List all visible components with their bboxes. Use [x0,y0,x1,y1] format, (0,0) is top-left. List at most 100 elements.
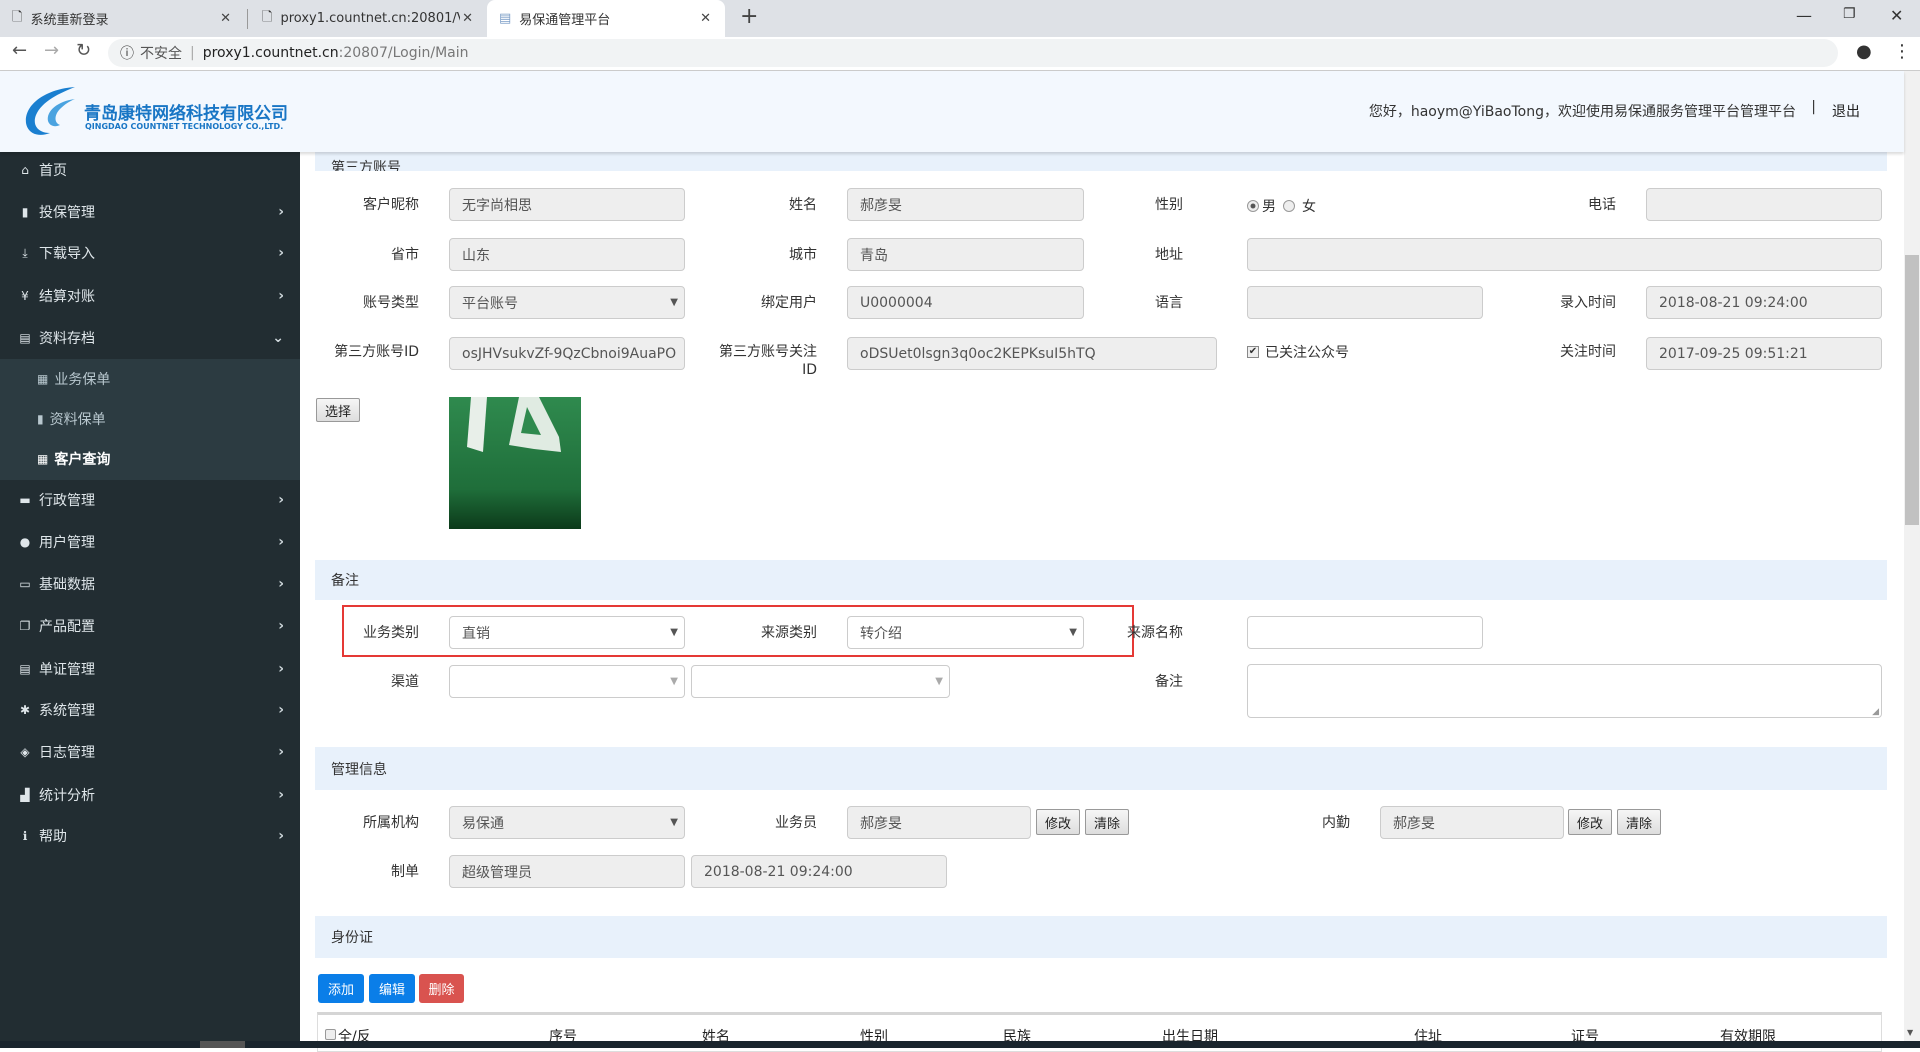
download-icon: ⤓ [22,245,28,260]
profile-icon[interactable]: ● [1856,41,1872,62]
close-tab-icon[interactable]: ✕ [220,11,231,26]
sidebar-subitem[interactable]: ▦ 业务保单 [0,359,300,399]
sidebar-item[interactable]: ▟ 统计分析 › [0,774,300,816]
select-all-checkbox[interactable] [325,1029,336,1040]
account-type-label: 账号类型 [363,295,419,311]
province-field[interactable]: 山东 [449,238,685,271]
tp-id-field[interactable]: osJHVsukvZf-9QzCbnoi9AuaPO [449,337,685,370]
source-name-input[interactable] [1247,616,1483,649]
sidebar-item[interactable]: ▭ 基础数据 › [0,563,300,605]
sidebar-item[interactable]: ✱ 系统管理 › [0,689,300,731]
follow-time-label: 关注时间 [1560,344,1616,360]
grid-icon: ▦ [37,452,49,466]
chevron-right-icon: › [278,702,284,718]
sidebar-item[interactable]: ⌂ 首页 [0,149,300,191]
bar-chart-icon: ▟ [20,788,30,802]
internal-edit-button[interactable]: 修改 [1568,809,1612,835]
scrollbar-thumb[interactable] [1905,255,1919,525]
salesman-label: 业务员 [775,815,817,831]
restore-icon[interactable]: ❐ [1843,6,1856,22]
sidebar-subitem[interactable]: ▦ 客户查询 [0,439,300,479]
sidebar-item[interactable]: ▤ 资料存档 ⌄ [0,317,300,359]
scroll-down-icon[interactable]: ▼ [1907,1028,1913,1037]
bound-user-field[interactable]: U0000004 [847,286,1084,319]
followed-checkbox[interactable]: ✔ [1247,346,1259,358]
tp-follow-id-field[interactable]: oDSUet0lsgn3q0oc2KEPKsuI5hTQ [847,337,1217,370]
sidebar-item[interactable]: ▮ 投保管理 › [0,191,300,233]
chevron-right-icon: › [278,204,284,220]
chevron-right-icon: › [278,534,284,550]
account-type-select[interactable]: 平台账号 ▼ [449,286,685,319]
sidebar-item[interactable]: ▬ 行政管理 › [0,479,300,521]
close-window-icon[interactable]: ✕ [1890,6,1903,25]
company-logo-icon [25,87,75,135]
entry-time-field[interactable]: 2018-08-21 09:24:00 [1646,286,1882,319]
follow-time-field[interactable]: 2017-09-25 09:51:21 [1646,337,1882,370]
edit-button[interactable]: 编辑 [369,974,415,1003]
radio-female[interactable] [1283,200,1295,212]
internal-field[interactable]: 郝彦旻 [1380,806,1564,839]
forward-icon[interactable]: → [44,40,59,61]
url-input[interactable]: ⓘ 不安全 | proxy1.countnet.cn:20807/Login/M… [108,39,1838,67]
browser-tab[interactable]: 🗋proxy1.countnet.cn:20801/Veh✕ [250,0,487,37]
tp-id-label: 第三方账号ID [334,344,419,360]
page-icon: 🗋 [262,9,273,25]
remark-textarea[interactable]: ◢ [1247,664,1882,718]
source-type-select[interactable]: 转介绍 ▼ [847,616,1084,649]
dropdown-arrow-icon: ▼ [670,297,678,308]
close-tab-icon[interactable]: ✕ [462,11,473,26]
sidebar-item[interactable]: ⤓ 下载导入 › [0,232,300,274]
browser-tab[interactable]: 🗋 系统重新登录 ✕ [0,0,245,37]
tags-icon: ◈ [20,745,30,759]
city-field[interactable]: 青岛 [847,238,1084,271]
sidebar-item[interactable]: ● 用户管理 › [0,521,300,563]
source-type-label: 来源类别 [761,625,817,641]
company-name-en: QINGDAO COUNTNET TECHNOLOGY CO.,LTD. [85,122,284,131]
add-button[interactable]: 添加 [318,974,364,1003]
choose-image-button[interactable]: 选择 [316,398,360,422]
close-tab-icon[interactable]: ✕ [700,11,711,26]
minimize-icon[interactable]: — [1796,6,1812,25]
sidebar-item[interactable]: ❐ 产品配置 › [0,605,300,647]
page-scrollbar[interactable] [1904,71,1920,1041]
radio-male[interactable] [1247,200,1259,212]
channel-select-2[interactable]: ▼ [691,665,950,698]
internal-clear-button[interactable]: 清除 [1617,809,1661,835]
phone-field[interactable] [1646,188,1882,221]
chevron-right-icon: › [278,744,284,760]
logout-link[interactable]: 退出 [1832,101,1860,121]
back-icon[interactable]: ← [12,40,27,61]
make-time-field[interactable]: 2018-08-21 09:24:00 [691,855,947,888]
maker-field[interactable]: 超级管理员 [449,855,685,888]
salesman-edit-button[interactable]: 修改 [1036,809,1080,835]
browser-tab-active[interactable]: ▤ 易保通管理平台 ✕ [487,0,725,37]
channel-select-1[interactable]: ▼ [449,665,685,698]
sidebar-item[interactable]: ℹ 帮助 › [0,815,300,857]
nickname-label: 客户昵称 [363,197,419,213]
biz-type-select[interactable]: 直销 ▼ [449,616,685,649]
nickname-field[interactable]: 无字尚相思 [449,188,685,221]
address-field[interactable] [1247,238,1882,271]
chevron-down-icon: ⌄ [272,330,284,346]
org-select[interactable]: 易保通 ▼ [449,806,685,839]
sidebar-item[interactable]: ◈ 日志管理 › [0,731,300,773]
reload-icon[interactable]: ↻ [76,40,91,61]
sidebar-item[interactable]: ¥ 结算对账 › [0,275,300,317]
language-field[interactable] [1247,286,1483,319]
maker-label: 制单 [391,864,419,880]
new-tab-icon[interactable]: + [740,4,758,29]
briefcase-icon: ▬ [19,493,31,507]
gear-icon: ✱ [19,703,31,717]
salesman-field[interactable]: 郝彦旻 [847,806,1031,839]
internal-label: 内勤 [1322,815,1350,831]
sidebar-subitem[interactable]: ▮ 资料保单 [0,399,300,439]
delete-button[interactable]: 删除 [419,974,464,1003]
user-icon: ● [19,535,31,549]
name-field[interactable]: 郝彦旻 [847,188,1084,221]
chevron-right-icon: › [278,787,284,803]
remark-label: 备注 [1155,674,1183,690]
sidebar-item[interactable]: ▤ 单证管理 › [0,648,300,690]
menu-icon[interactable]: ⋮ [1893,41,1911,62]
salesman-clear-button[interactable]: 清除 [1085,809,1129,835]
source-name-label: 来源名称 [1127,625,1183,641]
